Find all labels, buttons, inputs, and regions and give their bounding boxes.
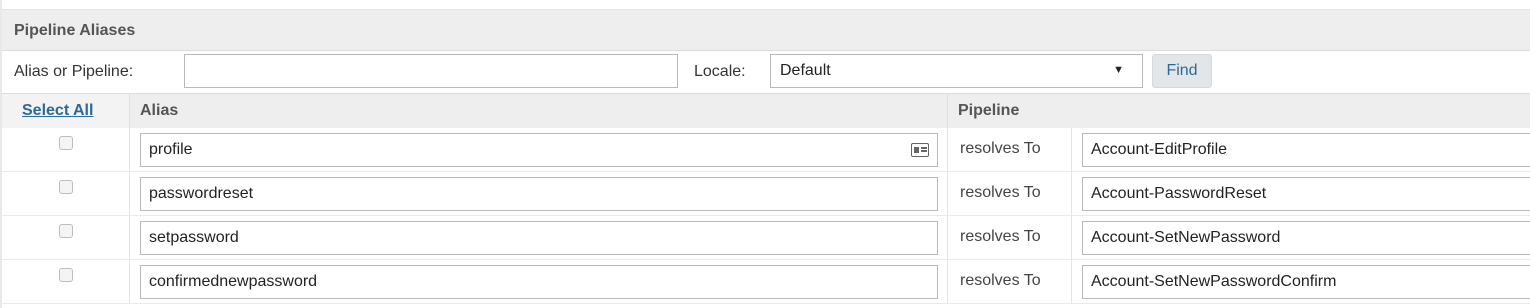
alias-column-header: Alias	[130, 94, 948, 128]
alias-input[interactable]	[140, 133, 938, 167]
table-row: resolves To	[2, 172, 1530, 216]
resolves-label: resolves To	[960, 140, 1041, 157]
table-row: resolves To	[2, 216, 1530, 260]
pipeline-column-label: Pipeline	[958, 102, 1020, 119]
locale-select[interactable]: Default ▼	[770, 54, 1143, 88]
resolves-cell: resolves To	[948, 128, 1072, 172]
row-checkbox[interactable]	[59, 224, 73, 238]
pipeline-cell	[1072, 172, 1530, 216]
locale-label: Locale:	[694, 63, 746, 80]
alias-cell	[130, 260, 948, 304]
pipeline-input[interactable]	[1082, 265, 1530, 299]
dropdown-arrow-icon: ▼	[1113, 64, 1124, 76]
resolves-label: resolves To	[960, 184, 1041, 201]
contact-card-icon[interactable]	[911, 143, 929, 157]
pipeline-input[interactable]	[1082, 221, 1530, 255]
find-button[interactable]: Find	[1152, 54, 1212, 88]
checkbox-cell	[2, 260, 130, 304]
table-header: Select All Alias Pipeline	[2, 94, 1530, 128]
alias-input[interactable]	[140, 265, 938, 299]
alias-search-input[interactable]	[184, 54, 678, 88]
pipeline-cell	[1072, 260, 1530, 304]
alias-column-label: Alias	[140, 102, 179, 119]
panel-title: Pipeline Aliases	[14, 22, 136, 39]
alias-cell	[130, 216, 948, 260]
filter-bar: Alias or Pipeline: Locale: Default ▼ Fin…	[2, 51, 1530, 94]
row-checkbox[interactable]	[59, 180, 73, 194]
row-checkbox[interactable]	[59, 268, 73, 282]
resolves-cell: resolves To	[948, 260, 1072, 304]
select-all-header: Select All	[2, 94, 130, 128]
alias-cell	[130, 128, 948, 172]
resolves-cell: resolves To	[948, 172, 1072, 216]
panel-header: Pipeline Aliases	[2, 10, 1530, 51]
pipeline-input[interactable]	[1082, 133, 1530, 167]
table-row: resolves To	[2, 260, 1530, 304]
row-checkbox[interactable]	[59, 136, 73, 150]
pipeline-column-header: Pipeline	[948, 94, 1530, 128]
pipeline-input[interactable]	[1082, 177, 1530, 211]
alias-input[interactable]	[140, 177, 938, 211]
pipeline-cell	[1072, 128, 1530, 172]
table-row: resolves To	[2, 128, 1530, 172]
checkbox-cell	[2, 128, 130, 172]
alias-label: Alias or Pipeline:	[14, 63, 134, 80]
select-all-link[interactable]: Select All	[22, 102, 93, 120]
checkbox-cell	[2, 172, 130, 216]
resolves-label: resolves To	[960, 228, 1041, 245]
top-border	[0, 0, 1530, 10]
locale-selected-value: Default	[780, 62, 831, 79]
resolves-label: resolves To	[960, 272, 1041, 289]
pipeline-cell	[1072, 216, 1530, 260]
resolves-cell: resolves To	[948, 216, 1072, 260]
alias-cell	[130, 172, 948, 216]
alias-input[interactable]	[140, 221, 938, 255]
checkbox-cell	[2, 216, 130, 260]
